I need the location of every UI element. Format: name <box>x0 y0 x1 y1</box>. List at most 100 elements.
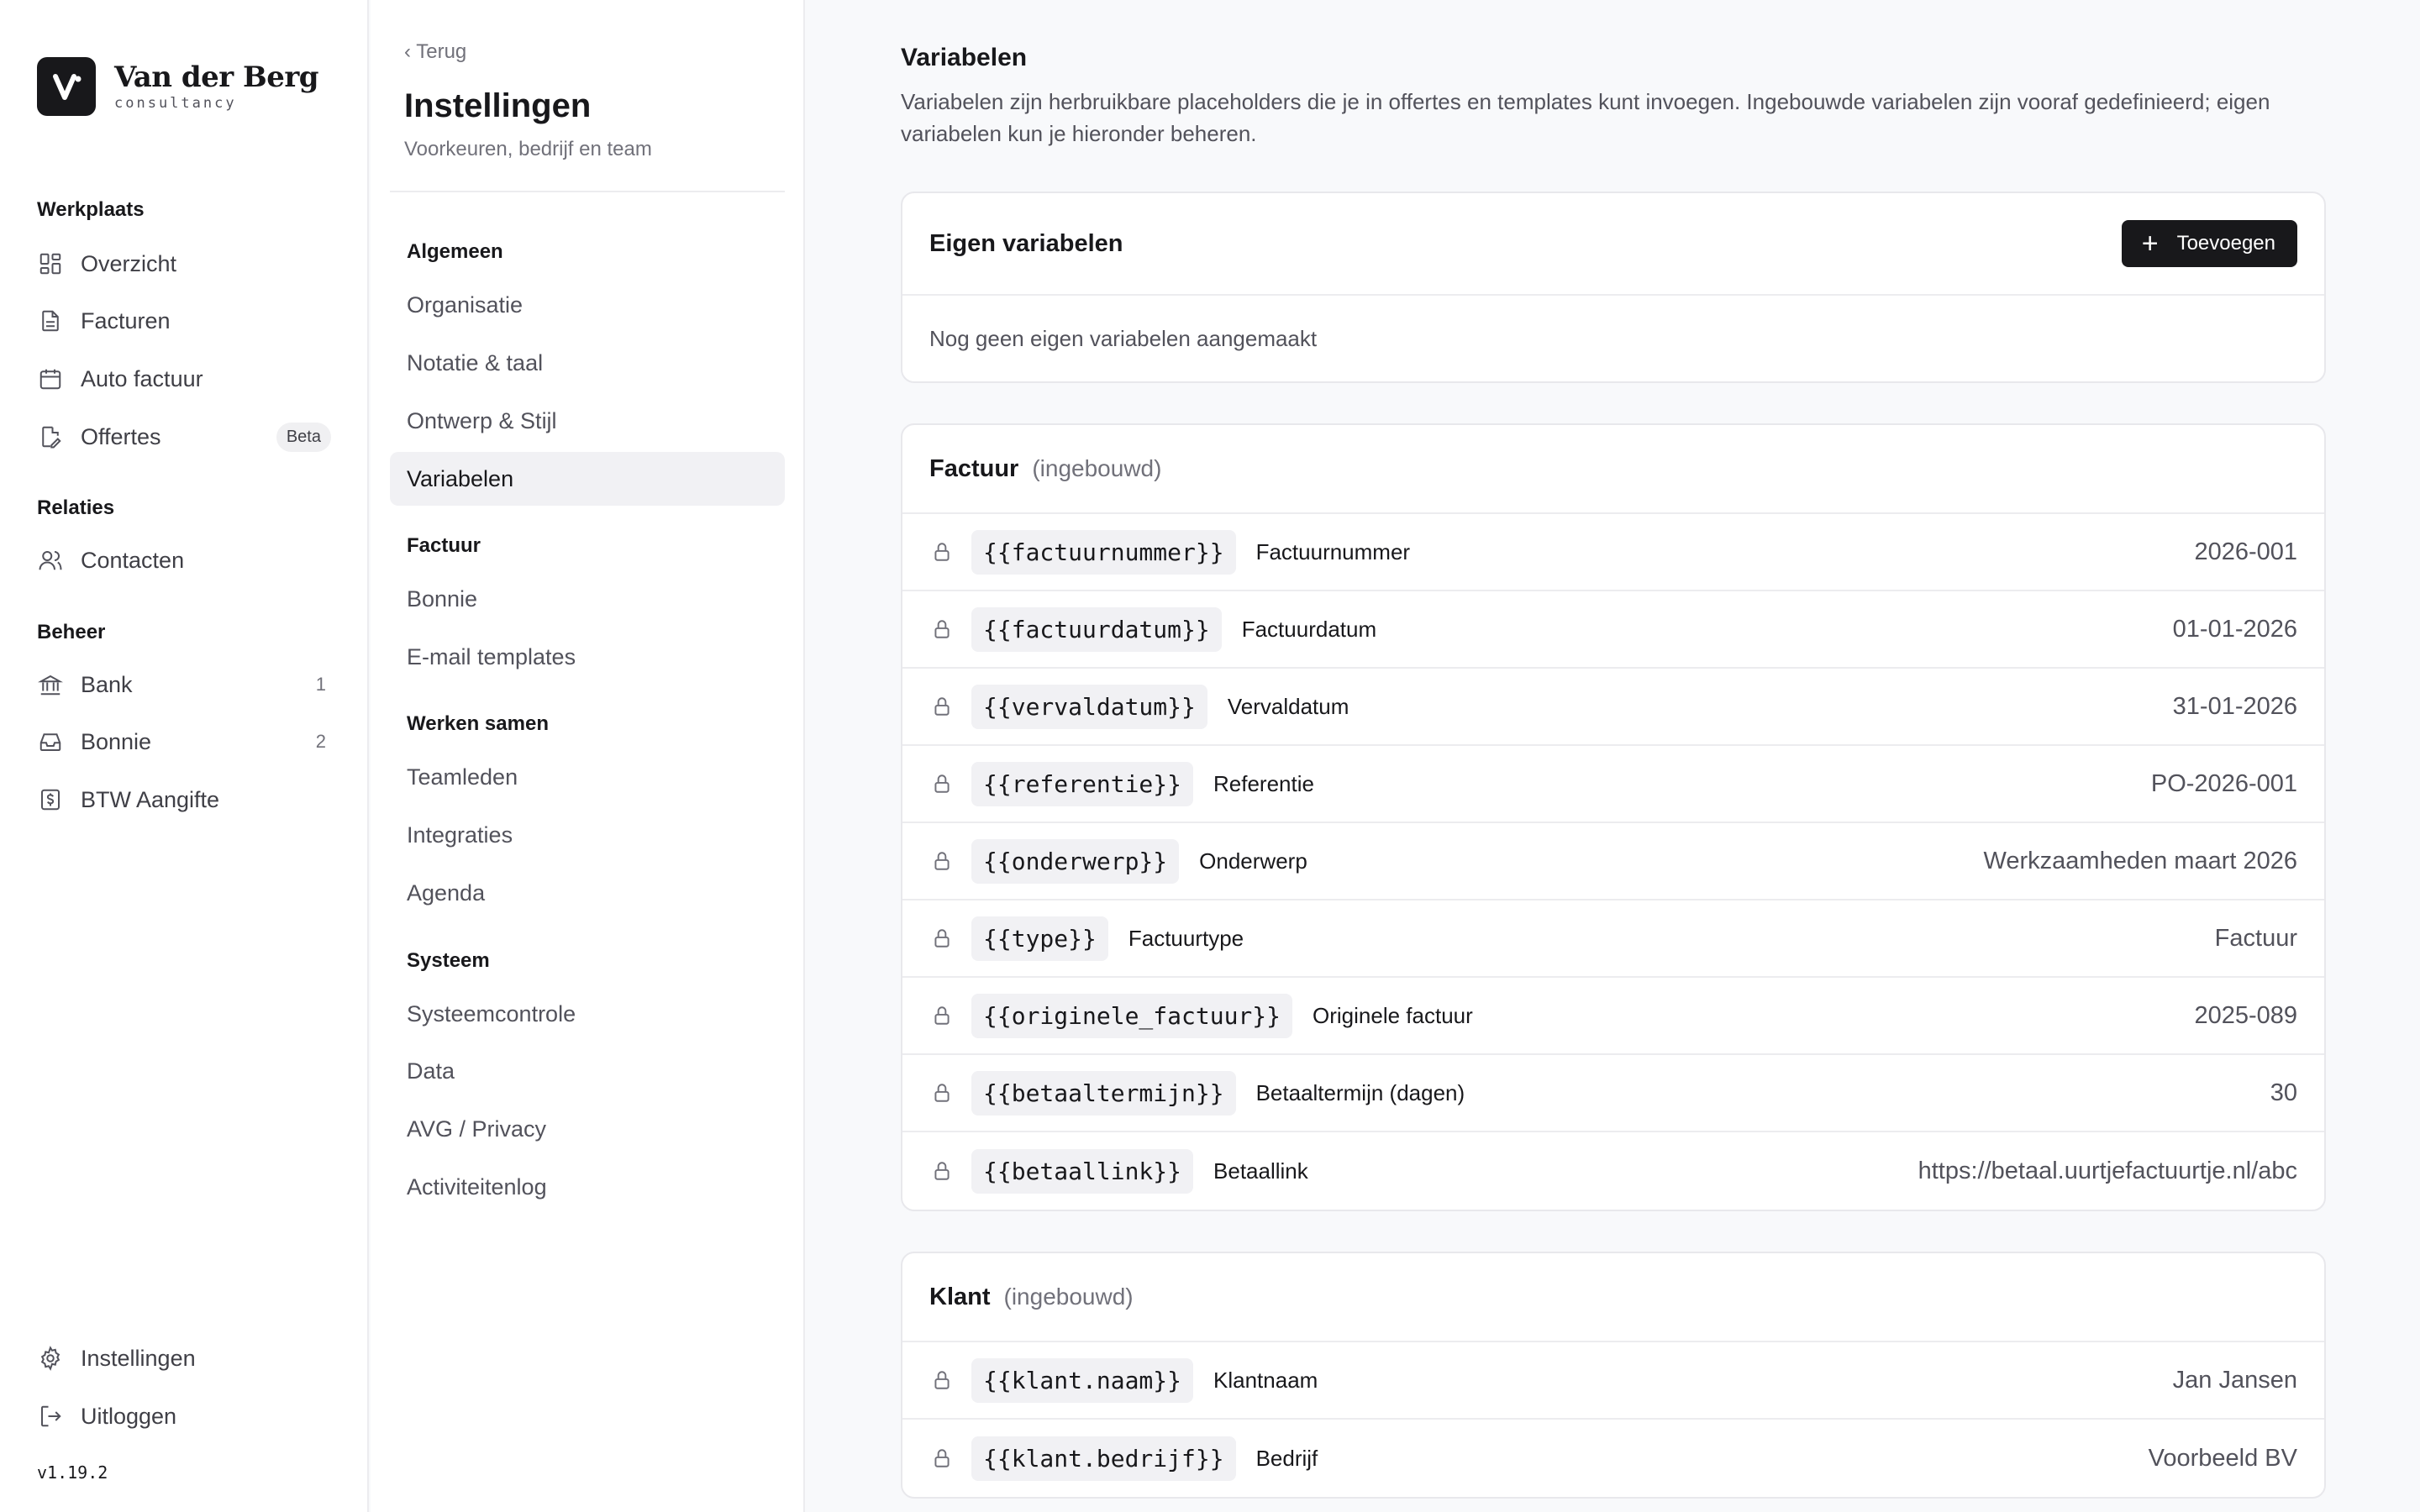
variable-label: Referentie <box>1213 770 1314 796</box>
nav-label: Bonnie <box>81 728 152 754</box>
variable-code[interactable]: {{klant.bedrijf}} <box>971 1436 1236 1481</box>
settings-item-ontwerp-stijl[interactable]: Ontwerp & Stijl <box>390 394 785 448</box>
nav-label: Contacten <box>81 547 185 573</box>
variable-code[interactable]: {{referentie}} <box>971 761 1194 806</box>
variable-row: {{betaaltermijn}} Betaaltermijn (dagen) 30 <box>902 1055 2324 1132</box>
settings-nav: ‹ Terug Instellingen Voorkeuren, bedrijf… <box>371 0 805 1512</box>
logo-mark-icon <box>37 57 96 116</box>
variable-example: 30 <box>2270 1079 2297 1106</box>
card-tag: (ingebouwd) <box>1032 455 1162 481</box>
settings-heading-algemeen: Algemeen <box>407 240 503 263</box>
nav-label: Auto factuur <box>81 365 203 391</box>
main-sidebar: Van der Berg consultancy Werkplaats Over… <box>0 0 369 1512</box>
users-icon <box>37 547 64 574</box>
lock-icon <box>929 617 955 642</box>
gear-icon <box>37 1345 64 1372</box>
settings-item-avg-privacy[interactable]: AVG / Privacy <box>390 1102 785 1156</box>
nav-item-btw-aangifte[interactable]: BTW Aangifte <box>37 778 331 822</box>
settings-item-data[interactable]: Data <box>390 1044 785 1098</box>
variable-label: Originele factuur <box>1313 1002 1473 1028</box>
variable-code[interactable]: {{klant.naam}} <box>971 1357 1194 1403</box>
calendar-icon <box>37 365 64 392</box>
brand-name: Van der Berg <box>114 60 319 94</box>
variable-code[interactable]: {{onderwerp}} <box>971 838 1180 884</box>
nav-label: Bank <box>81 671 133 697</box>
add-variable-button[interactable]: + Toevoegen <box>2121 220 2297 267</box>
page-description: Variabelen zijn herbruikbare placeholder… <box>901 89 2270 146</box>
bank-icon <box>37 671 64 698</box>
variable-row: {{factuurdatum}} Factuurdatum 01-01-2026 <box>902 591 2324 669</box>
variable-label: Factuurdatum <box>1241 616 1377 642</box>
custom-variables-card: Eigen variabelen + Toevoegen Nog geen ei… <box>901 192 2326 383</box>
brand-logo[interactable]: Van der Berg consultancy <box>37 57 319 116</box>
back-link[interactable]: ‹ Terug <box>404 40 466 64</box>
lock-icon <box>929 848 955 874</box>
variable-code[interactable]: {{betaallink}} <box>971 1148 1194 1194</box>
nav-heading-relaties: Relaties <box>37 496 115 519</box>
card-title: Factuur <box>929 454 1019 482</box>
bonnie-count: 2 <box>315 731 326 752</box>
variable-label: Klantnaam <box>1213 1367 1318 1393</box>
variable-code[interactable]: {{originele_factuur}} <box>971 993 1293 1038</box>
empty-state: Nog geen eigen variabelen aangemaakt <box>929 325 1318 351</box>
card-title: Eigen variabelen <box>929 229 1123 257</box>
settings-item-agenda[interactable]: Agenda <box>390 866 785 920</box>
nav-item-bank[interactable]: Bank 1 <box>37 663 331 706</box>
variable-label: Factuurtype <box>1128 925 1244 951</box>
variable-example: 31-01-2026 <box>2172 692 2297 720</box>
dashboard-icon <box>37 250 64 277</box>
bank-count: 1 <box>315 674 326 695</box>
nav-item-offertes[interactable]: Offertes Beta <box>37 415 331 459</box>
settings-item-integraties[interactable]: Integraties <box>390 808 785 862</box>
settings-item-teamleden[interactable]: Teamleden <box>390 750 785 804</box>
dollar-document-icon <box>37 786 64 813</box>
logout-icon <box>37 1403 64 1430</box>
nav-item-auto-factuur[interactable]: Auto factuur <box>37 357 331 401</box>
variable-label: Factuurnummer <box>1255 538 1411 564</box>
nav-label: Uitloggen <box>81 1403 177 1429</box>
nav-item-facturen[interactable]: Facturen <box>37 299 331 343</box>
settings-heading-factuur: Factuur <box>407 534 481 557</box>
settings-item-organisatie[interactable]: Organisatie <box>390 278 785 332</box>
variable-label: Betaaltermijn (dagen) <box>1255 1079 1465 1105</box>
plus-icon: + <box>2141 228 2159 260</box>
variable-example: PO-2026-001 <box>2150 769 2297 797</box>
settings-item-notatie-taal[interactable]: Notatie & taal <box>390 336 785 390</box>
settings-item-email-templates[interactable]: E-mail templates <box>390 630 785 684</box>
document-edit-icon <box>37 423 64 450</box>
nav-label: Overzicht <box>81 250 177 276</box>
nav-item-instellingen[interactable]: Instellingen <box>37 1336 331 1380</box>
settings-item-bonnie[interactable]: Bonnie <box>390 572 785 626</box>
variable-example: https://betaal.uurtjefactuurtje.nl/abc <box>1918 1157 2297 1184</box>
card-tag: (ingebouwd) <box>1003 1284 1134 1310</box>
factuur-variables-card: Factuur (ingebouwd) {{factuurnummer}} Fac… <box>901 423 2326 1211</box>
document-icon <box>37 307 64 334</box>
variable-code[interactable]: {{type}} <box>971 916 1108 961</box>
lock-icon <box>929 1158 955 1184</box>
nav-item-uitloggen[interactable]: Uitloggen <box>37 1394 331 1438</box>
variable-label: Betaallink <box>1213 1158 1308 1184</box>
settings-subtitle: Voorkeuren, bedrijf en team <box>404 138 652 160</box>
nav-label: BTW Aangifte <box>81 786 220 812</box>
settings-item-variabelen[interactable]: Variabelen <box>390 452 785 506</box>
variable-row: {{klant.naam}} Klantnaam Jan Jansen <box>902 1342 2324 1420</box>
nav-item-contacten[interactable]: Contacten <box>37 538 331 582</box>
nav-label: Offertes <box>81 423 161 449</box>
nav-item-overzicht[interactable]: Overzicht <box>37 242 331 286</box>
app-version: v1.19.2 <box>37 1462 108 1483</box>
variable-code[interactable]: {{factuurdatum}} <box>971 606 1222 652</box>
variable-code[interactable]: {{betaaltermijn}} <box>971 1070 1236 1116</box>
variable-code[interactable]: {{vervaldatum}} <box>971 684 1207 729</box>
settings-item-activiteitenlog[interactable]: Activiteitenlog <box>390 1160 785 1214</box>
nav-heading-beheer: Beheer <box>37 621 106 643</box>
lock-icon <box>929 1080 955 1105</box>
variable-example: Voorbeeld BV <box>2148 1444 2297 1472</box>
beta-badge: Beta <box>276 422 331 452</box>
variable-code[interactable]: {{factuurnummer}} <box>971 529 1236 575</box>
settings-item-systeemcontrole[interactable]: Systeemcontrole <box>390 987 785 1041</box>
klant-variables-card: Klant (ingebouwd) {{klant.naam}} Klantnaa… <box>901 1252 2326 1499</box>
variable-label: Vervaldatum <box>1227 693 1349 719</box>
nav-item-bonnie[interactable]: Bonnie 2 <box>37 720 331 764</box>
variable-example: Jan Jansen <box>2172 1366 2297 1394</box>
variable-label: Bedrijf <box>1255 1445 1318 1471</box>
